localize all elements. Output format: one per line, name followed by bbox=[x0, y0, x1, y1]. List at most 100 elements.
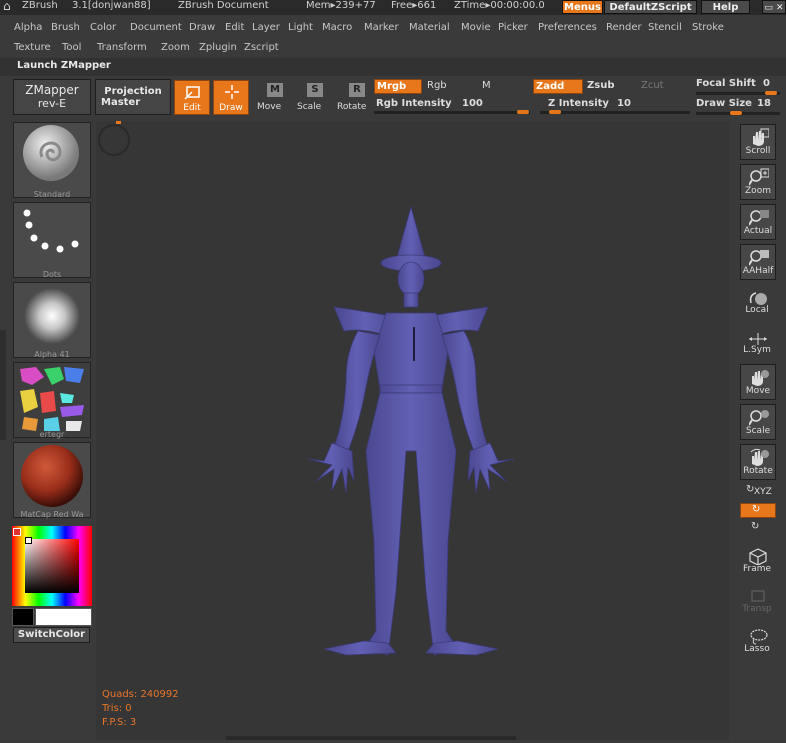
wizard-model[interactable] bbox=[96, 121, 729, 740]
scroll-label: Scroll bbox=[745, 146, 771, 156]
rotate-hand-icon bbox=[750, 448, 769, 466]
menus-button[interactable]: Menus bbox=[562, 0, 603, 14]
menu-stroke[interactable]: Stroke bbox=[692, 22, 724, 33]
lasso-button[interactable]: Lasso bbox=[740, 624, 776, 658]
z-intensity-knob[interactable] bbox=[549, 110, 561, 114]
menu-zplugin[interactable]: Zplugin bbox=[199, 42, 237, 53]
lsym-label: L.Sym bbox=[743, 345, 771, 355]
menu-picker[interactable]: Picker bbox=[498, 22, 528, 33]
m-button[interactable]: M bbox=[482, 80, 491, 91]
scale-view-button[interactable]: Scale bbox=[740, 404, 776, 440]
magnifier-zoom-icon bbox=[749, 168, 769, 186]
secondary-color-swatch[interactable] bbox=[12, 608, 34, 626]
lsym-button[interactable]: L.Sym bbox=[740, 326, 776, 360]
brush-picker[interactable] bbox=[13, 122, 91, 198]
rotate-mode-button[interactable]: R Rotate bbox=[335, 80, 371, 115]
local-button[interactable]: Local bbox=[740, 286, 776, 320]
menu-layer[interactable]: Layer bbox=[252, 22, 280, 33]
transp-button[interactable]: Transp bbox=[740, 584, 776, 618]
texture-map-icon bbox=[20, 367, 84, 431]
fps-readout: F.P.S: 3 bbox=[102, 717, 137, 728]
menu-tool[interactable]: Tool bbox=[62, 42, 81, 53]
menu-brush[interactable]: Brush bbox=[51, 22, 80, 33]
texture-name: ertegr bbox=[39, 430, 65, 439]
rgb-intensity-slider[interactable] bbox=[374, 111, 530, 114]
launch-zmapper-button[interactable]: Launch ZMapper bbox=[17, 60, 111, 71]
zcut-button[interactable]: Zcut bbox=[641, 80, 664, 91]
alpha-icon bbox=[24, 288, 80, 344]
app-version: 3.1[donjwan88] bbox=[72, 0, 151, 11]
rgb-button[interactable]: Rgb bbox=[427, 80, 447, 91]
menu-material[interactable]: Material bbox=[409, 22, 450, 33]
rotate-view-button[interactable]: Rotate bbox=[740, 444, 776, 480]
left-tray-handle[interactable] bbox=[0, 330, 6, 440]
draw-label: Draw bbox=[219, 103, 243, 113]
menu-draw[interactable]: Draw bbox=[189, 22, 215, 33]
focal-shift-knob[interactable] bbox=[765, 91, 777, 95]
color-picker-wheel[interactable] bbox=[12, 526, 92, 606]
scroll-button[interactable]: Scroll bbox=[740, 124, 776, 160]
help-button[interactable]: Help bbox=[701, 0, 750, 14]
draw-size-label: Draw Size bbox=[696, 98, 752, 109]
document-name: ZBrush Document bbox=[178, 0, 269, 11]
menu-movie[interactable]: Movie bbox=[461, 22, 491, 33]
move-view-button[interactable]: Move bbox=[740, 364, 776, 400]
menu-document[interactable]: Document bbox=[130, 22, 182, 33]
switch-color-button[interactable]: SwitchColor bbox=[13, 627, 90, 643]
color-picker-square[interactable] bbox=[25, 539, 79, 593]
move-label: Move bbox=[257, 102, 282, 112]
xyz-label: XYZ bbox=[754, 487, 772, 497]
menu-light[interactable]: Light bbox=[288, 22, 313, 33]
zmapper-rev-label: rev-E bbox=[37, 97, 67, 110]
draw-size-knob[interactable] bbox=[730, 111, 742, 115]
edit-mode-button[interactable]: Edit bbox=[174, 80, 210, 115]
menu-macro[interactable]: Macro bbox=[322, 22, 352, 33]
main-color-swatch[interactable] bbox=[35, 608, 92, 626]
menu-color[interactable]: Color bbox=[90, 22, 116, 33]
rotate-label: Rotate bbox=[337, 102, 367, 112]
scale-label: Scale bbox=[297, 102, 322, 112]
projection-master-button[interactable]: Projection Master bbox=[95, 79, 171, 115]
menu-edit[interactable]: Edit bbox=[225, 22, 244, 33]
draw-mode-button[interactable]: Draw bbox=[213, 80, 249, 115]
zsub-button[interactable]: Zsub bbox=[587, 80, 614, 91]
aahalf-label: AAHalf bbox=[742, 266, 774, 276]
stroke-name: Dots bbox=[42, 270, 62, 279]
zadd-button[interactable]: Zadd bbox=[533, 79, 583, 94]
menu-zscript[interactable]: Zscript bbox=[244, 42, 279, 53]
launch-zmapper-bar: Launch ZMapper bbox=[0, 58, 786, 76]
window-controls-icon[interactable]: ▭ ✕ bbox=[762, 0, 786, 14]
menu-render[interactable]: Render bbox=[606, 22, 642, 33]
z-intensity-slider[interactable] bbox=[540, 111, 690, 114]
material-picker[interactable] bbox=[13, 442, 91, 518]
menu-preferences[interactable]: Preferences bbox=[538, 22, 597, 33]
menu-marker[interactable]: Marker bbox=[364, 22, 399, 33]
menu-texture[interactable]: Texture bbox=[14, 42, 51, 53]
frame-button[interactable]: Frame bbox=[740, 544, 776, 578]
mrgb-button[interactable]: Mrgb bbox=[374, 79, 422, 94]
actual-button[interactable]: Actual bbox=[740, 204, 776, 240]
scale-mode-button[interactable]: S Scale bbox=[293, 80, 329, 115]
default-zscript-button[interactable]: DefaultZScript bbox=[604, 0, 697, 14]
frame-label: Frame bbox=[742, 564, 772, 574]
zbrush-logo-icon: ⌂ bbox=[3, 0, 11, 13]
menu-stencil[interactable]: Stencil bbox=[648, 22, 682, 33]
rgb-intensity-knob[interactable] bbox=[517, 110, 529, 114]
y-rotation-button[interactable]: ↻ bbox=[740, 503, 776, 518]
menu-zoom[interactable]: Zoom bbox=[161, 42, 190, 53]
material-name: MatCap Red Wa bbox=[20, 510, 84, 519]
document-canvas[interactable] bbox=[96, 121, 729, 740]
xyz-rotation-button[interactable]: ↻ XYZ bbox=[740, 484, 776, 500]
stroke-picker[interactable] bbox=[13, 202, 91, 278]
texture-picker[interactable] bbox=[13, 362, 91, 438]
menu-transform[interactable]: Transform bbox=[97, 42, 147, 53]
zoom-button[interactable]: Zoom bbox=[740, 164, 776, 200]
move-mode-button[interactable]: M Move bbox=[253, 80, 289, 115]
alpha-picker[interactable] bbox=[13, 282, 91, 358]
aahalf-button[interactable]: AAHalf bbox=[740, 244, 776, 280]
zmapper-button[interactable]: ZMapper rev-E bbox=[13, 79, 91, 115]
rotate-view-label: Rotate bbox=[743, 466, 773, 476]
menu-alpha[interactable]: Alpha bbox=[14, 22, 42, 33]
z-intensity-label: Z Intensity bbox=[548, 98, 609, 109]
z-rotation-button[interactable]: ↻ bbox=[740, 521, 776, 537]
